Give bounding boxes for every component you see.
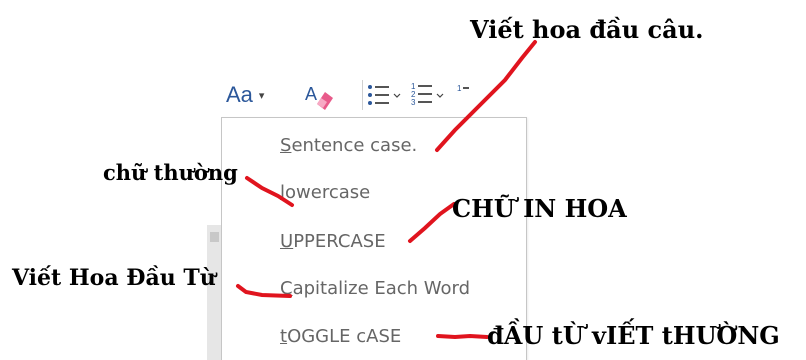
clear-formatting-icon[interactable]: A (303, 78, 335, 112)
menu-item-label: entence case. (291, 134, 418, 156)
bullets-icon[interactable] (365, 78, 405, 112)
annotation-lowercase: chữ thường (103, 160, 238, 185)
document-edge-marker (210, 232, 219, 242)
annotation-toggle-case: đẦU tỪ vIẾT tHƯỜNG (487, 321, 780, 350)
numbering-icon[interactable]: 1 2 3 (410, 78, 450, 112)
svg-text:1: 1 (457, 84, 462, 93)
menu-item-sentence-case[interactable]: Sentence case. (280, 127, 520, 163)
home-ribbon-strip: Aa ▾ A 1 2 3 1 (210, 68, 540, 122)
menu-item-accelerator: C (280, 277, 293, 299)
menu-item-uppercase[interactable]: U PPERCASE (280, 223, 520, 259)
change-case-menu: Sentence case. l owercase U PPERCASE Capit… (221, 117, 527, 360)
menu-item-label: OGGLE cASE (287, 325, 402, 347)
change-case-label: Aa (226, 82, 253, 107)
chevron-down-icon: ▾ (258, 90, 265, 102)
annotation-sentence-case: Viết hoa đầu câu. (470, 15, 704, 44)
menu-item-accelerator: U (280, 230, 294, 252)
menu-item-capitalize-each-word[interactable]: Capitalize Each Word (280, 270, 520, 306)
menu-item-toggle-case[interactable]: t OGGLE cASE (280, 318, 520, 354)
ribbon-divider (362, 80, 363, 110)
menu-item-accelerator: t (280, 325, 288, 347)
menu-item-accelerator: S (280, 134, 292, 156)
menu-item-label: PPERCASE (293, 230, 386, 252)
annotation-capitalize: Viết Hoa Đầu Từ (12, 265, 216, 291)
change-case-button[interactable]: Aa ▾ (222, 78, 292, 112)
svg-text:3: 3 (411, 98, 416, 107)
svg-text:A: A (305, 84, 317, 104)
menu-icon-gutter (222, 118, 280, 360)
menu-item-label: owercase (285, 181, 371, 203)
multilevel-list-icon[interactable]: 1 (455, 82, 495, 106)
annotation-uppercase: CHỮ IN HOA (452, 194, 627, 223)
document-edge (207, 225, 221, 360)
menu-item-label: apitalize Each Word (292, 277, 471, 299)
